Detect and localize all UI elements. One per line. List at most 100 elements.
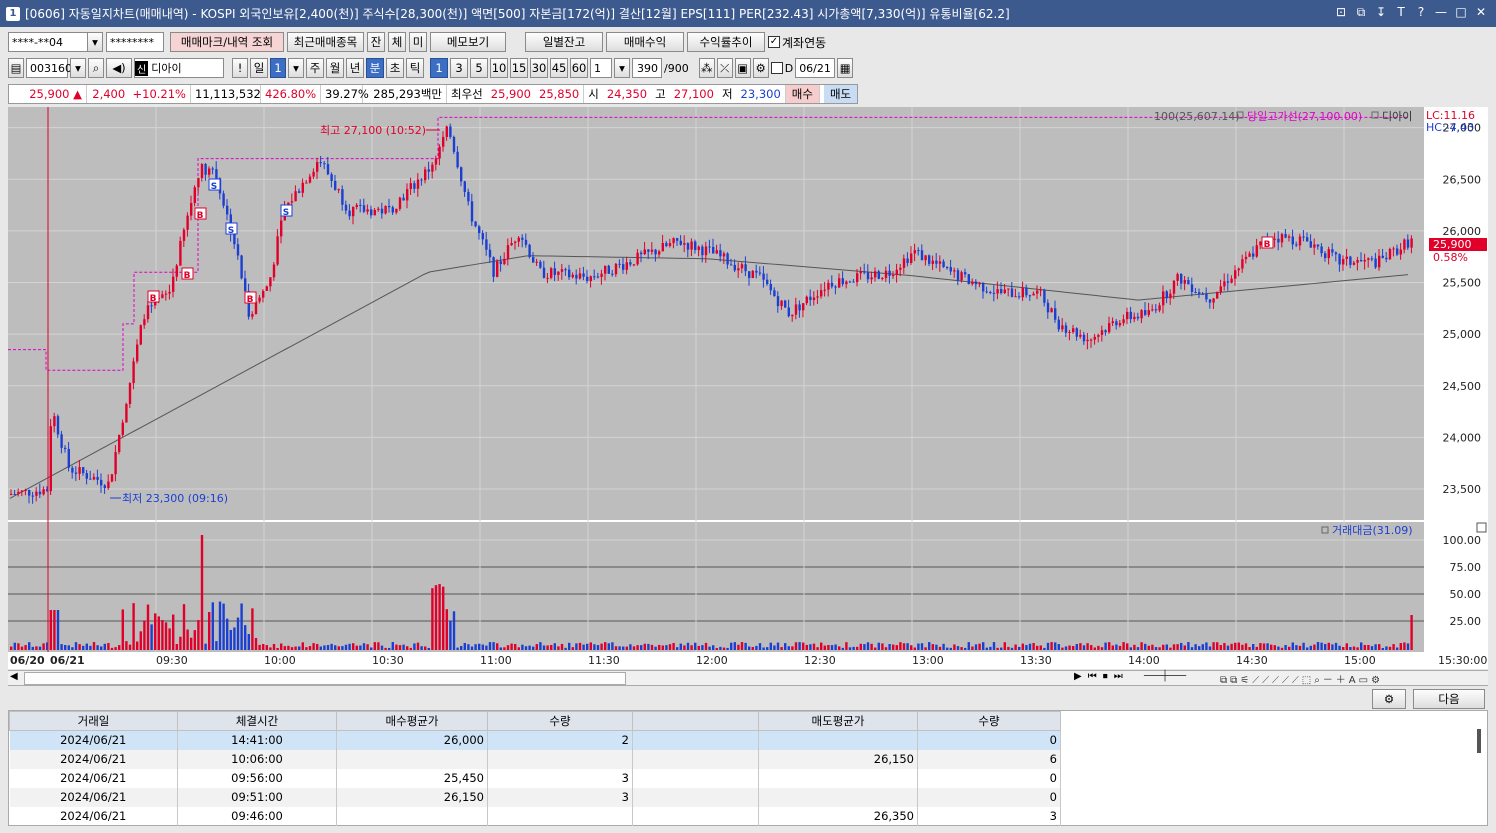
stock-name-field[interactable]: 신 디아이 [134,58,224,78]
price-plot-area[interactable] [8,107,1424,520]
price-tick-label: 26,000 [1443,225,1482,238]
interval-60[interactable]: 60 [570,58,588,78]
table-settings-button[interactable]: ⚙ [1372,689,1406,709]
volume-bar [1086,643,1089,650]
draw-icon[interactable]: ⤫ [716,58,733,78]
volume-bar [1212,642,1215,650]
scroll-thumb[interactable] [24,672,626,685]
font-icon[interactable]: T [1394,4,1408,20]
candle-body [769,283,772,291]
volume-bar [110,647,114,650]
chart-scrollbar[interactable]: ◀ ▶⏮⏹⏭ ───┼─── ⧉⧉⚟⟋⟋⟋⟋⟋⬚⌕－＋A▭⚙ [8,670,1488,686]
code-dropdown-icon[interactable]: ▾ [70,58,86,78]
account-link-checkbox[interactable]: ✓ 계좌연동 [768,34,826,51]
sell-button[interactable]: 매도 [823,85,858,103]
time-tick-label: 12:30 [804,654,836,667]
interval-10[interactable]: 10 [490,58,508,78]
daily-balance-button[interactable]: 일별잔고 [525,32,603,52]
volume-bar [373,642,376,650]
account-dropdown-icon[interactable]: ▾ [87,32,103,52]
price-chart[interactable]: BSBSBBSB 27,00026,50026,00025,50025,0002… [8,107,1488,669]
checkbox-checked-icon[interactable]: ✓ [768,36,780,48]
volume-bar [578,642,582,650]
candle-body [143,319,146,326]
help-icon[interactable]: ? [1414,4,1428,20]
search-icon[interactable]: ⌕ [88,58,104,78]
col-trade-date[interactable]: 거래일 [9,711,178,731]
candle-body [751,270,754,279]
password-field[interactable]: ******** [106,32,164,52]
tab-executed[interactable]: 체 [388,32,406,52]
table-row[interactable]: 2024/06/21 09:51:00 26,150 3 0 [9,787,1061,807]
drawing-tools-icons[interactable]: ⧉⧉⚟⟋⟋⟋⟋⟋⬚⌕－＋A▭⚙ [1220,671,1383,686]
col-sell-qty[interactable]: 수량 [917,711,1061,731]
interval-45[interactable]: 45 [550,58,568,78]
interval-dropdown-icon[interactable]: ▾ [614,58,630,78]
alert-button[interactable]: ! [232,58,248,78]
tab-unfilled[interactable]: 미 [409,32,427,52]
chart-panel[interactable]: BSBSBBSB 27,000 26,500 26,000 25,500 25,000 2… [8,107,1488,669]
recent-stocks-button[interactable]: 최근매매종목 [287,32,364,52]
minimize-icon[interactable]: — [1434,4,1448,20]
next-button[interactable]: 다음 [1413,689,1485,709]
candle-body [355,204,358,207]
maximize-icon[interactable]: □ [1454,4,1468,20]
d-checkbox[interactable] [770,62,783,74]
interval-30[interactable]: 30 [530,58,548,78]
candle-body [1302,236,1305,238]
col-buy-qty[interactable]: 수량 [487,711,633,731]
volume-close-icon[interactable] [1476,522,1487,533]
period-month[interactable]: 월 [326,58,344,78]
settings-icon[interactable]: ⚙ [752,58,769,78]
interval-15[interactable]: 15 [510,58,528,78]
zoom-slider[interactable]: ───┼─── [1144,671,1186,682]
close-icon[interactable]: ✕ [1474,4,1488,20]
interval-select[interactable]: 1 [590,58,612,78]
best-ask: 25,900 [490,87,531,101]
save-icon[interactable]: ▣ [734,58,751,78]
volume-bar [449,620,452,650]
table-row[interactable]: 2024/06/21 09:56:00 25,450 3 0 [9,768,1061,788]
period-year[interactable]: 년 [346,58,364,78]
playback-icons[interactable]: ▶⏮⏹⏭ [1074,671,1129,682]
table-row[interactable]: 2024/06/21 14:41:00 26,000 2 0 [9,730,1061,750]
stock-code-input[interactable]: 003160 [26,58,72,78]
cascade-icon[interactable]: ⧉ [1354,4,1368,20]
day-dropdown-icon[interactable]: ▾ [288,58,304,78]
interval-5[interactable]: 5 [470,58,488,78]
table-cell: 2024/06/21 [9,749,178,769]
calendar-icon[interactable]: ▦ [837,58,854,78]
col-exec-time[interactable]: 체결시간 [177,711,337,731]
day-value[interactable]: 1 [270,58,286,78]
col-sell-avg[interactable]: 매도평균가 [758,711,918,731]
scroll-left-icon[interactable]: ◀ [10,671,18,682]
date-input[interactable]: 06/21 [795,58,836,78]
memo-button[interactable]: 메모보기 [430,32,506,52]
return-trend-button[interactable]: 수익률추이 [687,32,765,52]
bar-count-input[interactable]: 390 [632,58,662,78]
day-label[interactable]: 일 [250,58,268,78]
trade-profit-button[interactable]: 매매수익 [606,32,684,52]
stock-list-icon[interactable]: ▤ [8,58,24,78]
tab-balance[interactable]: 잔 [367,32,385,52]
speaker-icon[interactable]: ◀) [106,58,132,78]
period-tick[interactable]: 틱 [406,58,424,78]
pin-icon[interactable]: ↧ [1374,4,1388,20]
account-select[interactable]: ****-**04 [8,32,88,52]
interval-1[interactable]: 1 [430,58,448,78]
table-scrollbar[interactable] [1477,729,1481,753]
interval-3[interactable]: 3 [450,58,468,78]
candle-body [920,250,924,261]
period-minute[interactable]: 분 [366,58,384,78]
table-row[interactable]: 2024/06/21 09:46:00 26,350 3 [9,806,1061,826]
table-row[interactable]: 2024/06/21 10:06:00 26,150 6 [9,749,1061,769]
restore-icon[interactable]: ⊡ [1334,4,1348,20]
buy-button[interactable]: 매수 [785,85,820,103]
col-blank[interactable] [632,711,759,731]
period-second[interactable]: 초 [386,58,404,78]
volume-bar [1003,642,1006,650]
trade-mark-button[interactable]: 매매마크/내역 조회 [170,32,284,52]
indicator-icon[interactable]: ⁂ [698,58,715,78]
col-buy-avg[interactable]: 매수평균가 [336,711,488,731]
period-week[interactable]: 주 [306,58,324,78]
